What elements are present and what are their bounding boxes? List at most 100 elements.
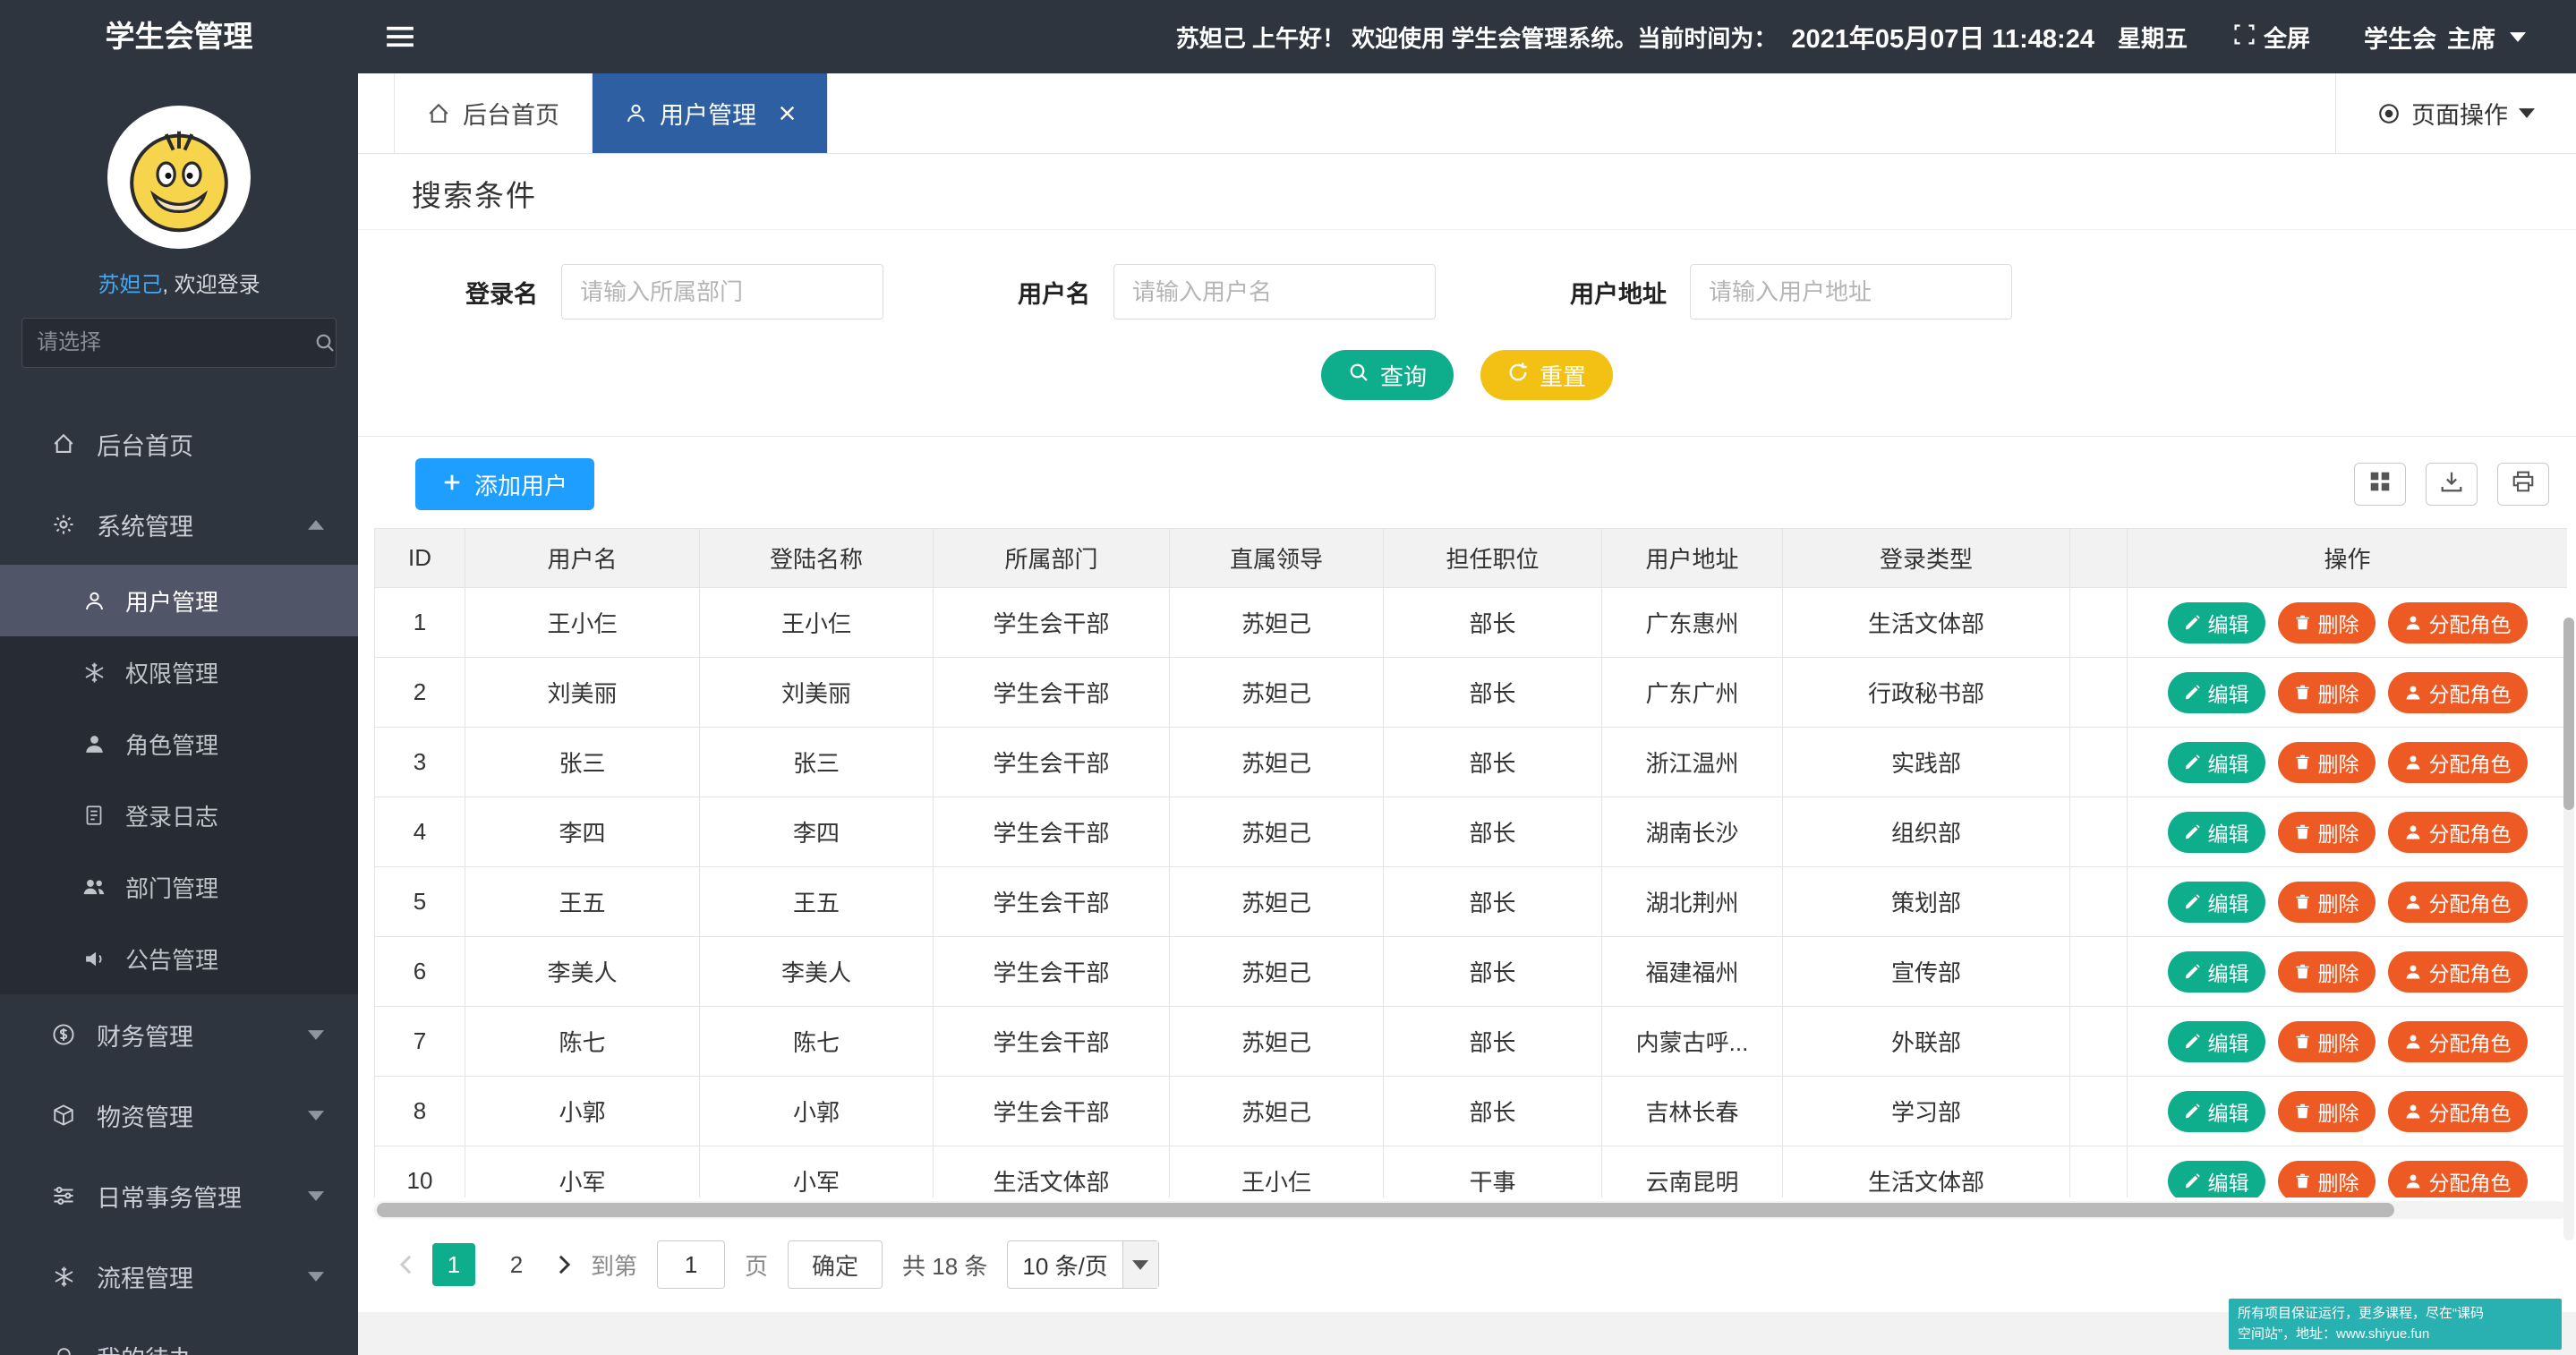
cell-leader: 苏妲己: [1170, 937, 1384, 1007]
welcome-suffix: , 欢迎登录: [162, 273, 260, 297]
sidebar-item[interactable]: 系统管理: [0, 484, 358, 565]
sidebar-subitem[interactable]: 部门管理: [0, 851, 358, 923]
sidebar-item[interactable]: 流程管理: [0, 1236, 358, 1317]
chevron-down-icon: [308, 1272, 324, 1282]
cell-position: 部长: [1384, 728, 1602, 797]
assign-role-button[interactable]: 分配角色: [2388, 812, 2528, 853]
column-toggle-button[interactable]: [2354, 463, 2406, 506]
fullscreen-label: 全屏: [2264, 21, 2310, 54]
edit-button[interactable]: 编辑: [2168, 1091, 2265, 1132]
edit-button[interactable]: 编辑: [2168, 602, 2265, 643]
user-role-dropdown[interactable]: 学生会主席: [2364, 20, 2526, 55]
edit-button[interactable]: 编辑: [2168, 812, 2265, 853]
page-2-button[interactable]: 2: [495, 1243, 538, 1286]
login-name-input[interactable]: [561, 264, 883, 320]
assign-role-button[interactable]: 分配角色: [2388, 742, 2528, 783]
sidebar-search[interactable]: [21, 318, 337, 368]
edit-button[interactable]: 编辑: [2168, 882, 2265, 923]
pencil-icon: [2184, 1033, 2201, 1050]
delete-button[interactable]: 删除: [2278, 812, 2376, 853]
assign-role-button[interactable]: 分配角色: [2388, 1161, 2528, 1198]
assign-role-button[interactable]: 分配角色: [2388, 882, 2528, 923]
query-button[interactable]: 查询: [1321, 350, 1454, 400]
column-header: 担任职位: [1384, 529, 1602, 588]
tab-home[interactable]: 后台首页: [394, 73, 593, 153]
horizontal-scrollbar[interactable]: [374, 1201, 2567, 1219]
reset-button[interactable]: 重置: [1480, 350, 1613, 400]
edit-button[interactable]: 编辑: [2168, 742, 2265, 783]
delete-button[interactable]: 删除: [2278, 602, 2376, 643]
edit-button[interactable]: 编辑: [2168, 1021, 2265, 1062]
delete-button[interactable]: 删除: [2278, 672, 2376, 713]
page-ops-dropdown[interactable]: 页面操作: [2335, 73, 2576, 153]
chevron-down-icon[interactable]: [1122, 1241, 1158, 1288]
address-input[interactable]: [1690, 264, 2012, 320]
sidebar-item[interactable]: 物资管理: [0, 1075, 358, 1155]
fullscreen-button[interactable]: 全屏: [2234, 21, 2310, 54]
sidebar: 学生会管理 苏妲己, 欢迎登录 后台首页系统管理用户管理: [0, 0, 358, 1355]
sidebar-item[interactable]: 日常事务管理: [0, 1155, 358, 1236]
edit-button[interactable]: 编辑: [2168, 1161, 2265, 1198]
sidebar-subitem[interactable]: 权限管理: [0, 636, 358, 708]
delete-button[interactable]: 删除: [2278, 1021, 2376, 1062]
sidebar-subitem-label: 公告管理: [125, 942, 218, 976]
export-button[interactable]: [2426, 463, 2478, 506]
sidebar-subitem[interactable]: 角色管理: [0, 708, 358, 780]
user-icon: [625, 102, 647, 124]
delete-button[interactable]: 删除: [2278, 1091, 2376, 1132]
sidebar-item[interactable]: 后台首页: [0, 404, 358, 484]
cell-username: 小郭: [465, 1077, 700, 1146]
sidebar-item[interactable]: 财务管理: [0, 994, 358, 1075]
assign-role-button[interactable]: 分配角色: [2388, 1091, 2528, 1132]
assign-role-button[interactable]: 分配角色: [2388, 951, 2528, 993]
fullscreen-icon: [2234, 23, 2255, 51]
search-form: 登录名 用户名 用户地址: [358, 264, 2576, 320]
sidebar-subitem[interactable]: 登录日志: [0, 780, 358, 851]
horizontal-scrollbar-thumb[interactable]: [377, 1203, 2394, 1217]
cell-id: 3: [375, 728, 465, 797]
cell-username: 小军: [465, 1146, 700, 1198]
page-1-button[interactable]: 1: [432, 1243, 475, 1286]
hamburger-menu-icon[interactable]: [385, 25, 415, 48]
cell-login_type: 外联部: [1783, 1007, 2070, 1077]
username-input[interactable]: [1113, 264, 1436, 320]
vertical-scrollbar-thumb[interactable]: [2563, 618, 2574, 810]
cell-address: 湖南长沙: [1602, 797, 1783, 867]
edit-button[interactable]: 编辑: [2168, 672, 2265, 713]
cell-login_name: 王五: [700, 867, 934, 937]
sidebar-subitem[interactable]: 公告管理: [0, 923, 358, 994]
delete-button[interactable]: 删除: [2278, 882, 2376, 923]
trash-icon: [2294, 1172, 2311, 1189]
cell-actions: 编辑删除分配角色: [2128, 728, 2568, 797]
next-page-button[interactable]: [558, 1255, 571, 1274]
column-header: 用户地址: [1602, 529, 1783, 588]
vertical-scrollbar[interactable]: [2563, 618, 2574, 1240]
assign-role-button[interactable]: 分配角色: [2388, 1021, 2528, 1062]
sidebar-item-label: 我的待办: [97, 1340, 193, 1355]
sidebar-item[interactable]: 我的待办: [0, 1317, 358, 1355]
add-user-button[interactable]: 添加用户: [415, 458, 594, 510]
goto-page-input[interactable]: [657, 1240, 725, 1289]
cell-address: 吉林长春: [1602, 1077, 1783, 1146]
delete-button[interactable]: 删除: [2278, 1161, 2376, 1198]
close-icon[interactable]: [780, 106, 795, 121]
sidebar-search-input[interactable]: [37, 330, 314, 355]
delete-button[interactable]: 删除: [2278, 742, 2376, 783]
tab-user-management[interactable]: 用户管理: [593, 73, 828, 153]
pencil-icon: [2184, 823, 2201, 840]
sidebar-subitem[interactable]: 用户管理: [0, 565, 358, 636]
delete-button[interactable]: 删除: [2278, 951, 2376, 993]
confirm-page-button[interactable]: 确定: [788, 1240, 883, 1289]
cell-leader: 王小仨: [1170, 1146, 1384, 1198]
cell-actions: 编辑删除分配角色: [2128, 658, 2568, 728]
per-page-select[interactable]: 10 条/页: [1007, 1240, 1158, 1289]
pencil-icon: [2184, 614, 2201, 631]
edit-button[interactable]: 编辑: [2168, 951, 2265, 993]
assign-role-button[interactable]: 分配角色: [2388, 672, 2528, 713]
assign-role-button[interactable]: 分配角色: [2388, 602, 2528, 643]
box-icon: [50, 1104, 77, 1127]
prev-page-button[interactable]: [399, 1255, 413, 1274]
cell-actions: 编辑删除分配角色: [2128, 1146, 2568, 1198]
print-button[interactable]: [2497, 463, 2549, 506]
table-row: 1王小仨王小仨学生会干部苏妲己部长广东惠州生活文体部编辑删除分配角色: [375, 588, 2568, 658]
